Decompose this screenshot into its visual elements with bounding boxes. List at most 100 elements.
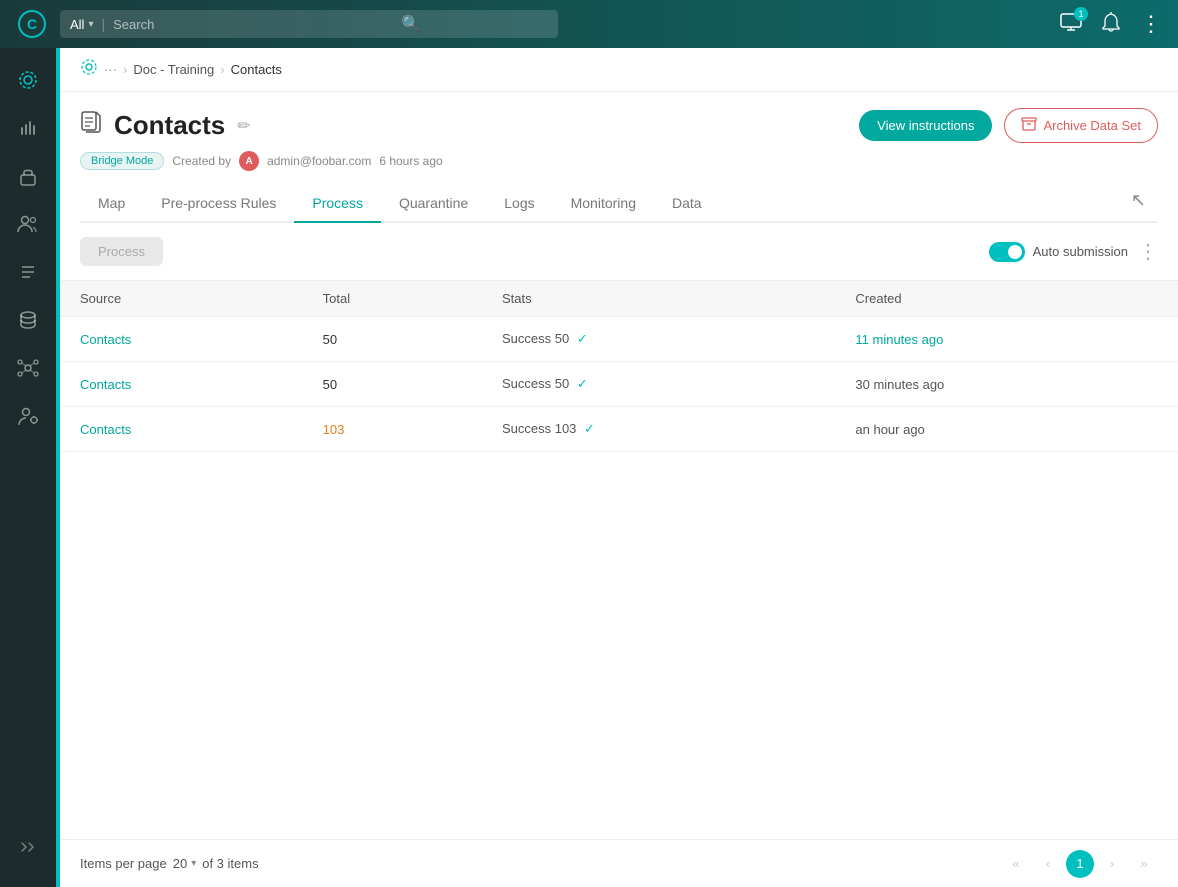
sidebar-item-connections[interactable]: [8, 348, 48, 388]
tab-monitoring[interactable]: Monitoring: [553, 185, 654, 223]
check-icon: ✓: [584, 421, 595, 436]
page-meta: Bridge Mode Created by A admin@foobar.co…: [80, 151, 1158, 171]
stats-value: 50: [555, 331, 569, 346]
last-page-button[interactable]: »: [1130, 850, 1158, 878]
first-page-button[interactable]: «: [1002, 850, 1030, 878]
auto-submission-label: Auto submission: [1033, 244, 1128, 259]
view-instructions-button[interactable]: View instructions: [859, 110, 992, 141]
topbar: C All ▾ | 🔍 1 ⋮: [0, 0, 1178, 48]
page-header: Contacts ✏ View instructions Arc: [60, 92, 1178, 223]
archive-icon: [1021, 117, 1037, 134]
archive-dataset-button[interactable]: Archive Data Set: [1004, 108, 1158, 143]
breadcrumb-sep-2: ›: [220, 62, 224, 77]
created-time: 30 minutes ago: [855, 377, 944, 392]
per-page-select[interactable]: 20 ▾: [173, 856, 197, 871]
sidebar-expand-icon[interactable]: [8, 827, 48, 867]
cursor-indicator: ↖: [720, 185, 1158, 221]
breadcrumb: ··· › Doc - Training › Contacts: [60, 48, 1178, 92]
topbar-icons: 1 ⋮: [1060, 11, 1162, 37]
bridge-mode-badge: Bridge Mode: [80, 152, 164, 170]
sidebar-item-user-settings[interactable]: [8, 396, 48, 436]
page-title-left: Contacts ✏: [80, 110, 251, 141]
pagination-controls: « ‹ 1 › »: [1002, 850, 1158, 878]
tab-process[interactable]: Process: [294, 185, 381, 223]
source-link[interactable]: Contacts: [80, 377, 131, 392]
per-page-value: 20: [173, 856, 187, 871]
search-icon[interactable]: 🔍: [401, 14, 421, 34]
source-link[interactable]: Contacts: [80, 332, 131, 347]
stats-cell: Success 50 ✓: [482, 362, 835, 407]
sidebar-item-home[interactable]: [8, 60, 48, 100]
data-table: Source Total Stats Created Contacts 50 S…: [60, 280, 1178, 452]
app-logo[interactable]: C: [16, 8, 48, 40]
main-layout: ··· › Doc - Training › Contacts: [0, 48, 1178, 887]
more-options-icon[interactable]: ⋮: [1140, 11, 1162, 37]
search-type-dropdown[interactable]: All ▾: [70, 17, 93, 32]
sidebar-item-people[interactable]: [8, 204, 48, 244]
stats-cell: Success 50 ✓: [482, 317, 835, 362]
stats-value: 50: [555, 376, 569, 391]
sidebar-item-tools[interactable]: [8, 252, 48, 292]
next-page-button[interactable]: ›: [1098, 850, 1126, 878]
process-toolbar-right: Auto submission ⋮: [989, 239, 1158, 264]
sidebar-item-database[interactable]: [8, 300, 48, 340]
breadcrumb-parent[interactable]: Doc - Training: [133, 62, 214, 77]
monitor-badge: 1: [1074, 7, 1088, 21]
monitor-icon-button[interactable]: 1: [1060, 13, 1082, 36]
check-icon: ✓: [577, 376, 588, 391]
tab-logs[interactable]: Logs: [486, 185, 552, 223]
stats-value: 103: [555, 421, 577, 436]
table-row: Contacts 50 Success 50 ✓ 30 minutes ago: [60, 362, 1178, 407]
breadcrumb-sep-1: ›: [123, 62, 127, 77]
col-stats: Stats: [482, 281, 835, 317]
sidebar-item-lock[interactable]: [8, 156, 48, 196]
toolbar-more-icon[interactable]: ⋮: [1138, 239, 1158, 264]
sidebar-item-analytics[interactable]: [8, 108, 48, 148]
process-section: Process Auto submission ⋮ Source Total S…: [60, 223, 1178, 839]
page-1-button[interactable]: 1: [1066, 850, 1094, 878]
tabs: Map Pre-process Rules Process Quarantine…: [80, 185, 1158, 223]
check-icon: ✓: [577, 331, 588, 346]
total-value: 50: [323, 332, 337, 347]
meta-time: 6 hours ago: [379, 154, 442, 168]
total-value-highlight: 103: [323, 422, 345, 437]
footer-left: Items per page 20 ▾ of 3 items: [80, 856, 259, 871]
stats-cell: Success 103 ✓: [482, 407, 835, 452]
avatar: A: [239, 151, 259, 171]
auto-submission-toggle-container: Auto submission: [989, 242, 1128, 262]
bell-icon-button[interactable]: [1102, 12, 1120, 37]
breadcrumb-home-icon[interactable]: [80, 58, 98, 81]
created-time: 11 minutes ago: [855, 332, 943, 347]
col-source: Source: [60, 281, 303, 317]
search-input[interactable]: [113, 17, 393, 32]
source-link[interactable]: Contacts: [80, 422, 131, 437]
footer: Items per page 20 ▾ of 3 items « ‹ 1 › »: [60, 839, 1178, 887]
table-body: Contacts 50 Success 50 ✓ 11 minutes ago …: [60, 317, 1178, 452]
dropdown-chevron-icon: ▾: [88, 19, 93, 30]
page-doc-icon: [80, 111, 102, 141]
col-created: Created: [835, 281, 1178, 317]
created-time: an hour ago: [855, 422, 924, 437]
page-title: Contacts: [114, 110, 225, 141]
prev-page-button[interactable]: ‹: [1034, 850, 1062, 878]
tab-map[interactable]: Map: [80, 185, 143, 223]
total-value: 50: [323, 377, 337, 392]
sidebar: [0, 48, 56, 887]
col-total: Total: [303, 281, 482, 317]
items-per-page-label: Items per page: [80, 856, 167, 871]
per-page-chevron-icon: ▾: [191, 858, 196, 869]
content-area: ··· › Doc - Training › Contacts: [56, 48, 1178, 887]
stats-label: Success: [502, 376, 555, 391]
breadcrumb-dots[interactable]: ···: [104, 62, 117, 77]
process-toolbar: Process Auto submission ⋮: [60, 223, 1178, 280]
process-button[interactable]: Process: [80, 237, 163, 266]
created-by-label: Created by: [172, 154, 231, 168]
table-row: Contacts 103 Success 103 ✓ an hour ago: [60, 407, 1178, 452]
page-actions: View instructions Archive Data Set: [859, 108, 1158, 143]
tab-data[interactable]: Data: [654, 185, 720, 223]
search-divider: |: [101, 16, 105, 32]
auto-submission-toggle[interactable]: [989, 242, 1025, 262]
edit-icon[interactable]: ✏: [237, 116, 250, 136]
tab-preprocess-rules[interactable]: Pre-process Rules: [143, 185, 294, 223]
tab-quarantine[interactable]: Quarantine: [381, 185, 486, 223]
